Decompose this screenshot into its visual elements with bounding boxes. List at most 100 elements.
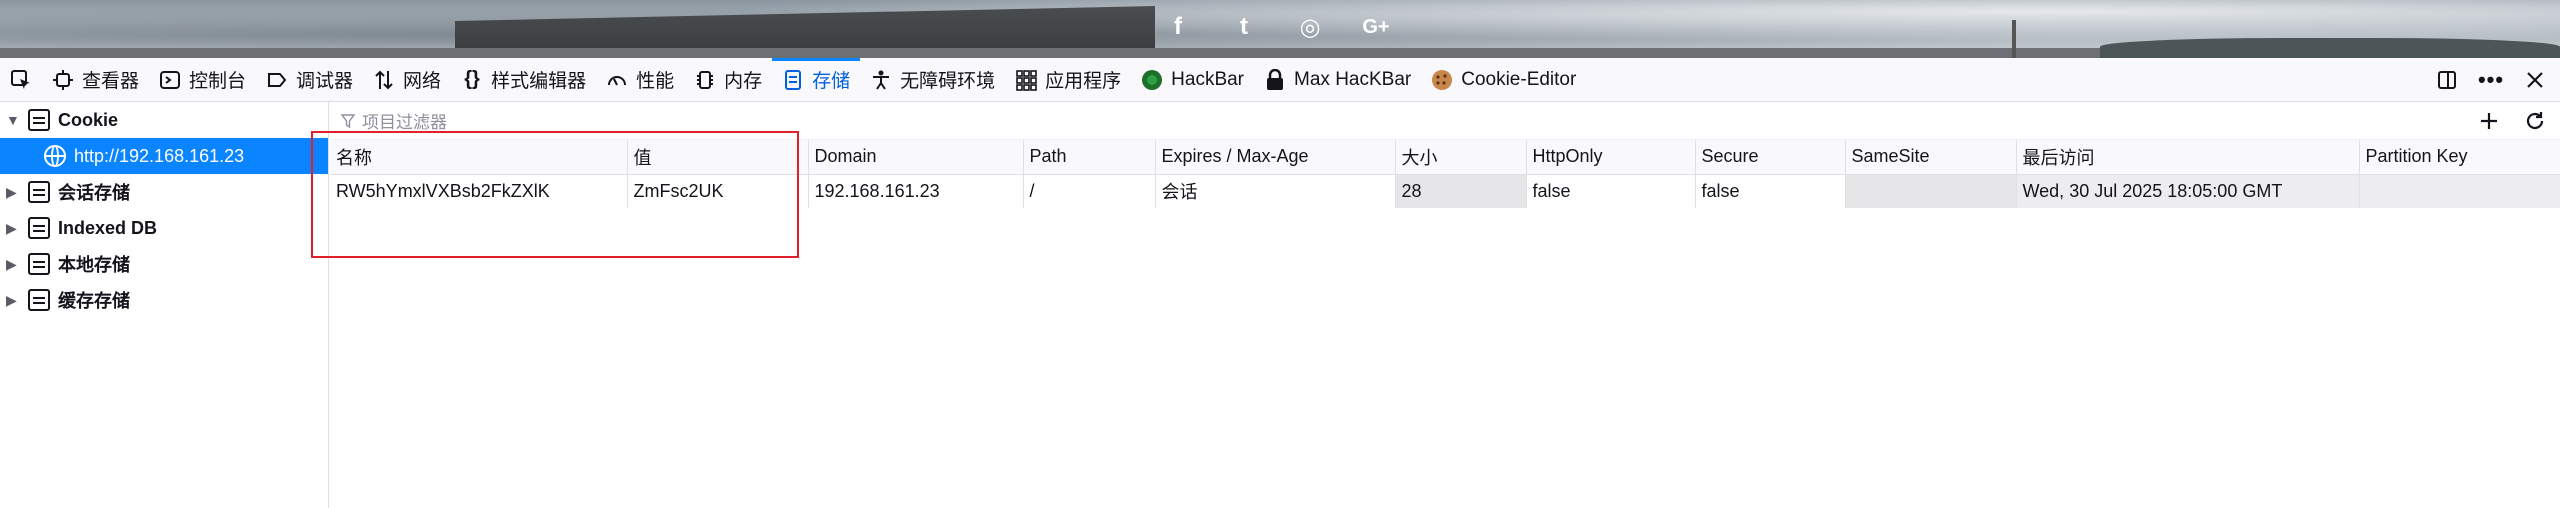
column-header[interactable]: Domain	[808, 140, 1024, 175]
tab-memory[interactable]: 内存	[684, 58, 772, 102]
google-plus-icon[interactable]: G+	[1362, 14, 1389, 40]
cell-partition-key	[2359, 174, 2560, 208]
network-icon	[373, 69, 395, 91]
twitter-icon[interactable]: t	[1231, 13, 1257, 40]
application-icon	[1015, 69, 1037, 91]
collapse-arrow-icon[interactable]: ▶	[6, 292, 20, 309]
tree-item-cookie-host[interactable]: http://192.168.161.23	[0, 138, 328, 174]
style-editor-icon: {}	[464, 68, 480, 90]
cell-value[interactable]: ZmFsc2UK	[627, 174, 809, 208]
storage-type-icon	[28, 253, 50, 275]
cell-name[interactable]: RW5hYmxlVXBsb2FkZXlK	[330, 174, 628, 208]
table-header-row: 名称 值 Domain Path Expires / Max-Age 大小 Ht…	[330, 140, 2560, 175]
expand-arrow-icon[interactable]: ▼	[6, 112, 20, 128]
column-header[interactable]: 值	[627, 140, 809, 175]
dock-icon[interactable]	[2436, 69, 2458, 91]
cell-last-accessed: Wed, 30 Jul 2025 18:05:00 GMT	[2016, 174, 2360, 208]
column-header[interactable]: Secure	[1695, 140, 1846, 175]
collapse-arrow-icon[interactable]: ▶	[6, 184, 20, 201]
cell-secure[interactable]: false	[1695, 174, 1846, 208]
tree-item-session-storage[interactable]: ▶ 会话存储	[0, 174, 328, 210]
tab-network-label: 网络	[403, 71, 442, 92]
tab-hackbar-label: HackBar	[1171, 68, 1245, 90]
column-header[interactable]: HttpOnly	[1526, 140, 1696, 175]
tab-hackbar[interactable]: HackBar	[1131, 58, 1254, 102]
tab-storage-label: 存储	[812, 71, 851, 92]
tab-cookie-editor-label: Cookie-Editor	[1461, 68, 1577, 90]
cell-samesite[interactable]	[1845, 174, 2017, 208]
storage-type-icon	[28, 181, 50, 203]
filter-icon	[340, 113, 356, 129]
tree-item-label: 本地存储	[58, 255, 130, 275]
tab-memory-label: 内存	[724, 71, 763, 92]
tab-application[interactable]: 应用程序	[1005, 58, 1131, 102]
globe-icon	[44, 145, 66, 167]
cookie-editor-icon	[1431, 69, 1453, 91]
tree-item-indexed-db[interactable]: ▶ Indexed DB	[0, 210, 328, 246]
table-row[interactable]: RW5hYmxlVXBsb2FkZXlK ZmFsc2UK 192.168.16…	[330, 174, 2560, 208]
tab-cookie-editor[interactable]: Cookie-Editor	[1421, 58, 1586, 102]
tab-inspector[interactable]: 查看器	[42, 58, 149, 102]
filter-input[interactable]: 项目过滤器	[362, 108, 447, 133]
tree-item-cache-storage[interactable]: ▶ 缓存存储	[0, 282, 328, 318]
tab-inspector-label: 查看器	[82, 71, 140, 92]
tree-item-label: 缓存存储	[58, 291, 130, 311]
tab-application-label: 应用程序	[1045, 71, 1122, 92]
cell-domain[interactable]: 192.168.161.23	[808, 174, 1024, 208]
tab-network[interactable]: 网络	[363, 58, 451, 102]
tree-item-cookie-label: Cookie	[58, 109, 119, 130]
tab-accessibility-label: 无障碍环境	[900, 71, 996, 92]
hackbar-icon	[1141, 69, 1163, 91]
column-header[interactable]: 名称	[330, 140, 628, 175]
performance-icon	[606, 69, 628, 91]
refresh-icon[interactable]	[2524, 110, 2546, 132]
tab-storage[interactable]: 存储	[772, 57, 861, 102]
instagram-icon[interactable]: ◎	[1297, 14, 1323, 41]
more-options-icon[interactable]: •••	[2478, 67, 2503, 92]
tree-item-label: 会话存储	[58, 183, 130, 203]
tab-debugger-label: 调试器	[296, 71, 354, 92]
banner-trees	[2100, 38, 2560, 58]
element-picker-icon	[10, 69, 32, 91]
cell-path[interactable]: /	[1023, 174, 1156, 208]
storage-type-icon	[28, 109, 50, 131]
column-header[interactable]: Partition Key	[2359, 140, 2560, 175]
storage-icon	[782, 69, 804, 91]
tree-item-cookie-host-label: http://192.168.161.23	[74, 145, 245, 166]
cell-size: 28	[1395, 174, 1527, 208]
toolbar-right-controls: •••	[2436, 58, 2546, 102]
tab-debugger[interactable]: 调试器	[256, 58, 363, 102]
add-item-icon[interactable]	[2478, 110, 2500, 132]
column-header[interactable]: SameSite	[1845, 140, 2017, 175]
tree-item-local-storage[interactable]: ▶ 本地存储	[0, 246, 328, 282]
tab-performance[interactable]: 性能	[596, 58, 684, 102]
cell-httponly[interactable]: false	[1526, 174, 1696, 208]
debugger-icon	[266, 69, 288, 91]
page-banner: f t ◎ G+	[0, 0, 2560, 58]
tree-item-label: Indexed DB	[58, 217, 158, 238]
facebook-icon[interactable]: f	[1165, 13, 1191, 40]
cell-expires[interactable]: 会话	[1155, 174, 1396, 208]
storage-sidebar: ▼ Cookie http://192.168.161.23 ▶ 会话存储 ▶ …	[0, 102, 329, 508]
element-picker-button[interactable]	[0, 58, 42, 102]
storage-type-icon	[28, 217, 50, 239]
storage-table-panel: 项目过滤器 名称 值 Domain Path Expires / Max-Age…	[330, 102, 2560, 508]
memory-icon	[694, 69, 716, 91]
tab-accessibility[interactable]: 无障碍环境	[860, 58, 1005, 102]
filter-bar: 项目过滤器	[330, 102, 2560, 140]
column-header[interactable]: 最后访问	[2016, 140, 2360, 175]
storage-type-icon	[28, 289, 50, 311]
tab-console[interactable]: 控制台	[149, 58, 256, 102]
column-header[interactable]: Expires / Max-Age	[1155, 140, 1396, 175]
column-header[interactable]: Path	[1023, 140, 1156, 175]
collapse-arrow-icon[interactable]: ▶	[6, 256, 20, 273]
column-header[interactable]: 大小	[1395, 140, 1527, 175]
collapse-arrow-icon[interactable]: ▶	[6, 220, 20, 237]
tab-console-label: 控制台	[189, 71, 247, 92]
social-links: f t ◎ G+	[1165, 13, 1390, 41]
tab-style-editor[interactable]: {} 样式编辑器	[451, 58, 596, 102]
close-icon[interactable]	[2524, 69, 2546, 91]
tree-item-cookie[interactable]: ▼ Cookie	[0, 102, 328, 138]
tab-max-hackbar[interactable]: Max HacKBar	[1254, 58, 1421, 102]
accessibility-icon	[870, 69, 892, 91]
